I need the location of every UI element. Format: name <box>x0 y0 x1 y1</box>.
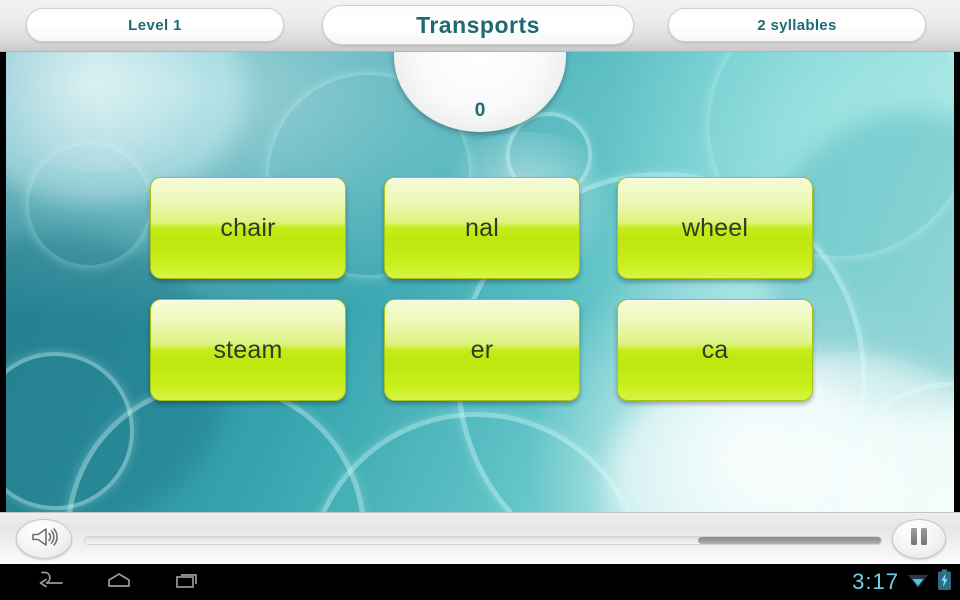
sound-button[interactable] <box>16 519 72 559</box>
word-tile[interactable]: nal <box>384 177 580 279</box>
progress-bar-fill <box>697 537 881 544</box>
word-tile[interactable]: ca <box>617 299 813 401</box>
wifi-icon <box>906 570 930 595</box>
back-arrow-icon <box>35 570 65 595</box>
battery-charging-icon <box>937 569 952 596</box>
word-tile-label: wheel <box>681 213 749 242</box>
word-tile[interactable]: chair <box>150 177 346 279</box>
nav-home-button[interactable] <box>96 569 142 595</box>
word-tile-label: nal <box>465 213 499 242</box>
word-tile[interactable]: wheel <box>617 177 813 279</box>
level-label: Level 1 <box>128 16 182 34</box>
status-area: 3:17 <box>852 564 952 600</box>
word-tile[interactable]: steam <box>150 299 346 401</box>
recent-apps-icon <box>173 570 203 595</box>
word-tile-label: ca <box>701 335 729 364</box>
bottom-control-bar <box>0 512 960 564</box>
score-value: 0 <box>474 100 486 121</box>
nav-back-button[interactable] <box>27 569 73 595</box>
nav-recent-apps-button[interactable] <box>165 569 211 595</box>
progress-bar[interactable] <box>84 536 882 545</box>
pause-button[interactable] <box>892 519 946 559</box>
top-header-bar: Level 1 Transports 2 syllables <box>0 0 960 52</box>
game-screen: chair nal wheel steam er ca Level 1 Tran… <box>0 0 960 600</box>
word-tile-label: chair <box>220 213 276 242</box>
status-clock: 3:17 <box>852 569 899 594</box>
level-indicator[interactable]: Level 1 <box>26 8 284 42</box>
pause-icon <box>909 528 929 550</box>
syllable-indicator[interactable]: 2 syllables <box>668 8 926 42</box>
android-navigation-bar: 3:17 <box>0 564 960 600</box>
syllables-label: 2 syllables <box>757 16 837 34</box>
word-tile-label: steam <box>213 335 283 364</box>
category-title[interactable]: Transports <box>322 5 634 45</box>
page-title: Transports <box>416 11 540 38</box>
home-icon <box>104 570 134 595</box>
word-tile[interactable]: er <box>384 299 580 401</box>
speaker-icon <box>30 526 58 553</box>
word-tile-label: er <box>470 335 494 364</box>
